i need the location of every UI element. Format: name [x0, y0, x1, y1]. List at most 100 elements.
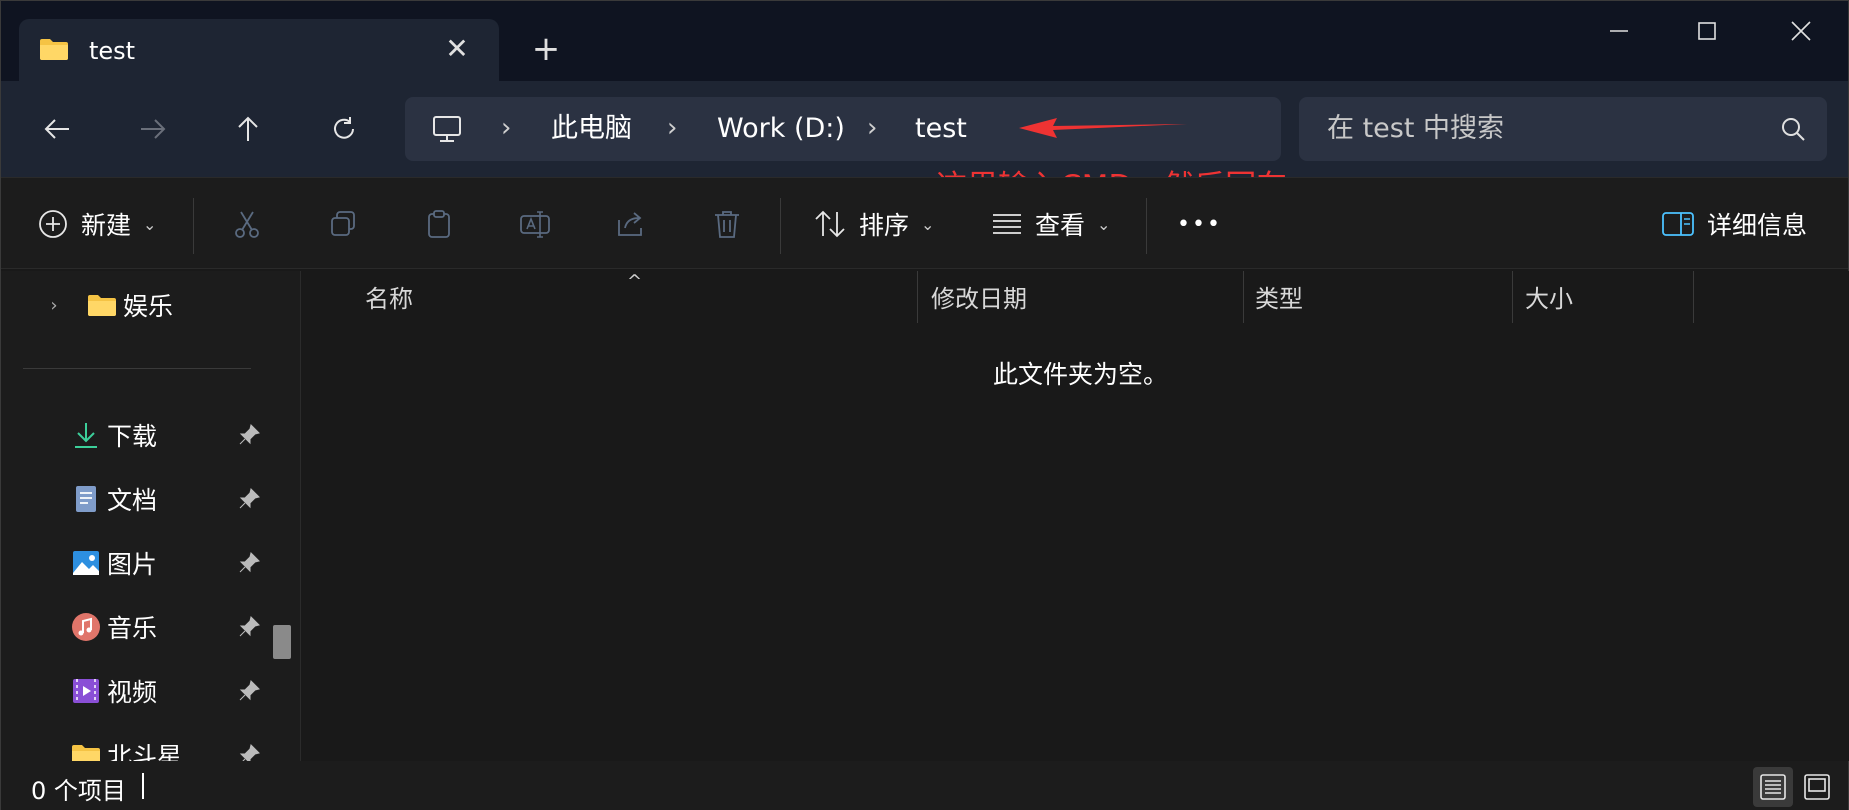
new-label: 新建: [81, 211, 132, 240]
plus-circle-icon: [39, 210, 67, 238]
pin-icon[interactable]: [237, 679, 261, 703]
rename-button[interactable]: [513, 202, 557, 246]
up-button[interactable]: [218, 103, 278, 155]
refresh-button[interactable]: [314, 103, 374, 155]
arrow-right-icon: [141, 119, 166, 139]
videos-icon: [73, 679, 99, 703]
sidebar-item-beidouxing[interactable]: 北斗星: [1, 727, 281, 761]
column-divider[interactable]: [917, 271, 918, 323]
details-pane-icon: [1662, 212, 1694, 236]
breadcrumb-test[interactable]: test: [915, 97, 967, 161]
breadcrumb-separator-icon[interactable]: ›: [667, 97, 677, 161]
sidebar-scrollbar-thumb[interactable]: [273, 625, 291, 659]
sidebar-item-downloads[interactable]: 下载: [1, 407, 281, 463]
details-label: 详细信息: [1707, 211, 1808, 240]
item-count: 0 个项目: [31, 777, 126, 805]
chevron-down-icon: ⌄: [921, 214, 935, 234]
column-header-name[interactable]: 名称: [365, 271, 413, 325]
scissors-icon: [235, 211, 259, 238]
column-divider[interactable]: [1693, 271, 1694, 323]
search-box[interactable]: 在 test 中搜索: [1299, 97, 1827, 161]
chevron-right-icon[interactable]: ›: [39, 290, 69, 320]
column-divider[interactable]: [1512, 271, 1513, 323]
breadcrumb-separator-icon[interactable]: ›: [501, 97, 511, 161]
toolbar-divider: [780, 198, 781, 254]
new-tab-button[interactable]: +: [528, 31, 564, 67]
details-pane-button[interactable]: 详细信息: [1661, 200, 1807, 248]
pin-icon[interactable]: [237, 487, 261, 511]
command-bar: 新建 ⌄ 排序 ⌄ 查看 ⌄ ••• 详细信息: [1, 177, 1848, 269]
minimize-button[interactable]: [1589, 9, 1649, 53]
sidebar-item-label: 文档: [107, 486, 158, 515]
maximize-button[interactable]: [1677, 9, 1737, 53]
column-header-type[interactable]: 类型: [1255, 271, 1303, 325]
forward-button[interactable]: [123, 103, 183, 155]
annotation-arrow-icon: [1019, 118, 1187, 138]
toolbar-divider: [193, 198, 194, 254]
column-divider[interactable]: [1243, 271, 1244, 323]
share-icon: [618, 212, 642, 236]
copy-icon: [331, 211, 355, 236]
status-bar: 0 个项目: [1, 761, 1848, 810]
rename-icon: [520, 211, 550, 238]
download-icon: [75, 423, 97, 448]
view-button[interactable]: 查看 ⌄: [991, 200, 1110, 248]
arrow-left-icon: [44, 119, 69, 139]
trash-icon: [715, 211, 739, 238]
file-explorer-window: test ✕ + › 此电脑 › Work (D:) › test 在 test…: [0, 0, 1849, 810]
paste-icon: [428, 210, 450, 238]
sort-label: 排序: [859, 211, 910, 240]
sidebar-item-entertainment[interactable]: › 娱乐: [1, 277, 281, 333]
new-button[interactable]: 新建 ⌄: [37, 200, 156, 248]
text-caret: [142, 773, 144, 799]
view-list-icon: [993, 214, 1021, 234]
file-list: ^ 名称 修改日期 类型 大小 此文件夹为空。: [305, 271, 1849, 761]
pin-icon[interactable]: [237, 743, 261, 761]
computer-icon: [433, 116, 461, 142]
toolbar-divider: [1146, 198, 1147, 254]
column-header-size[interactable]: 大小: [1525, 271, 1573, 325]
chevron-down-icon: ⌄: [143, 214, 157, 234]
folder-icon: [40, 39, 68, 60]
copy-button[interactable]: [321, 202, 365, 246]
sidebar-item-videos[interactable]: 视频: [1, 663, 281, 719]
breadcrumb-separator-icon[interactable]: ›: [867, 97, 877, 161]
navigation-bar: › 此电脑 › Work (D:) › test 在 test 中搜索: [1, 81, 1848, 177]
pin-icon[interactable]: [237, 551, 261, 575]
sidebar-item-label: 北斗星: [107, 742, 183, 761]
chevron-down-icon: ⌄: [1097, 214, 1111, 234]
sidebar-item-pictures[interactable]: 图片: [1, 535, 281, 591]
breadcrumb-this-pc[interactable]: 此电脑: [551, 97, 632, 161]
pin-icon[interactable]: [237, 423, 261, 447]
cut-button[interactable]: [225, 202, 269, 246]
breadcrumb-work-drive[interactable]: Work (D:): [717, 97, 845, 161]
close-window-button[interactable]: [1771, 9, 1831, 53]
documents-icon: [76, 486, 96, 512]
folder-icon: [88, 295, 116, 316]
sidebar-item-label: 音乐: [107, 614, 158, 643]
navigation-pane: › 娱乐 下载 文档 图片 音乐 视频 北斗星: [1, 271, 301, 761]
search-icon: [1782, 118, 1805, 141]
sidebar-item-label: 视频: [107, 678, 158, 707]
search-input[interactable]: 在 test 中搜索: [1327, 97, 1504, 161]
sidebar-item-documents[interactable]: 文档: [1, 471, 281, 527]
column-header-date-modified[interactable]: 修改日期: [931, 271, 1027, 325]
pin-icon[interactable]: [237, 615, 261, 639]
folder-icon: [72, 745, 100, 761]
more-options-button[interactable]: •••: [1177, 200, 1222, 248]
back-button[interactable]: [27, 103, 87, 155]
details-view-button[interactable]: [1753, 767, 1793, 807]
share-button[interactable]: [609, 202, 653, 246]
sort-button[interactable]: 排序 ⌄: [813, 200, 934, 248]
delete-button[interactable]: [705, 202, 749, 246]
paste-button[interactable]: [417, 202, 461, 246]
details-view-icon: [1760, 774, 1786, 800]
maximize-icon: [1698, 22, 1716, 40]
tab-test[interactable]: test ✕: [19, 19, 499, 83]
sidebar-item-music[interactable]: 音乐: [1, 599, 281, 655]
title-bar: test ✕ +: [1, 1, 1848, 83]
sidebar-item-label: 下载: [107, 422, 158, 451]
empty-folder-message: 此文件夹为空。: [993, 360, 1169, 389]
close-tab-icon[interactable]: ✕: [439, 31, 475, 67]
large-icons-view-button[interactable]: [1797, 767, 1837, 807]
